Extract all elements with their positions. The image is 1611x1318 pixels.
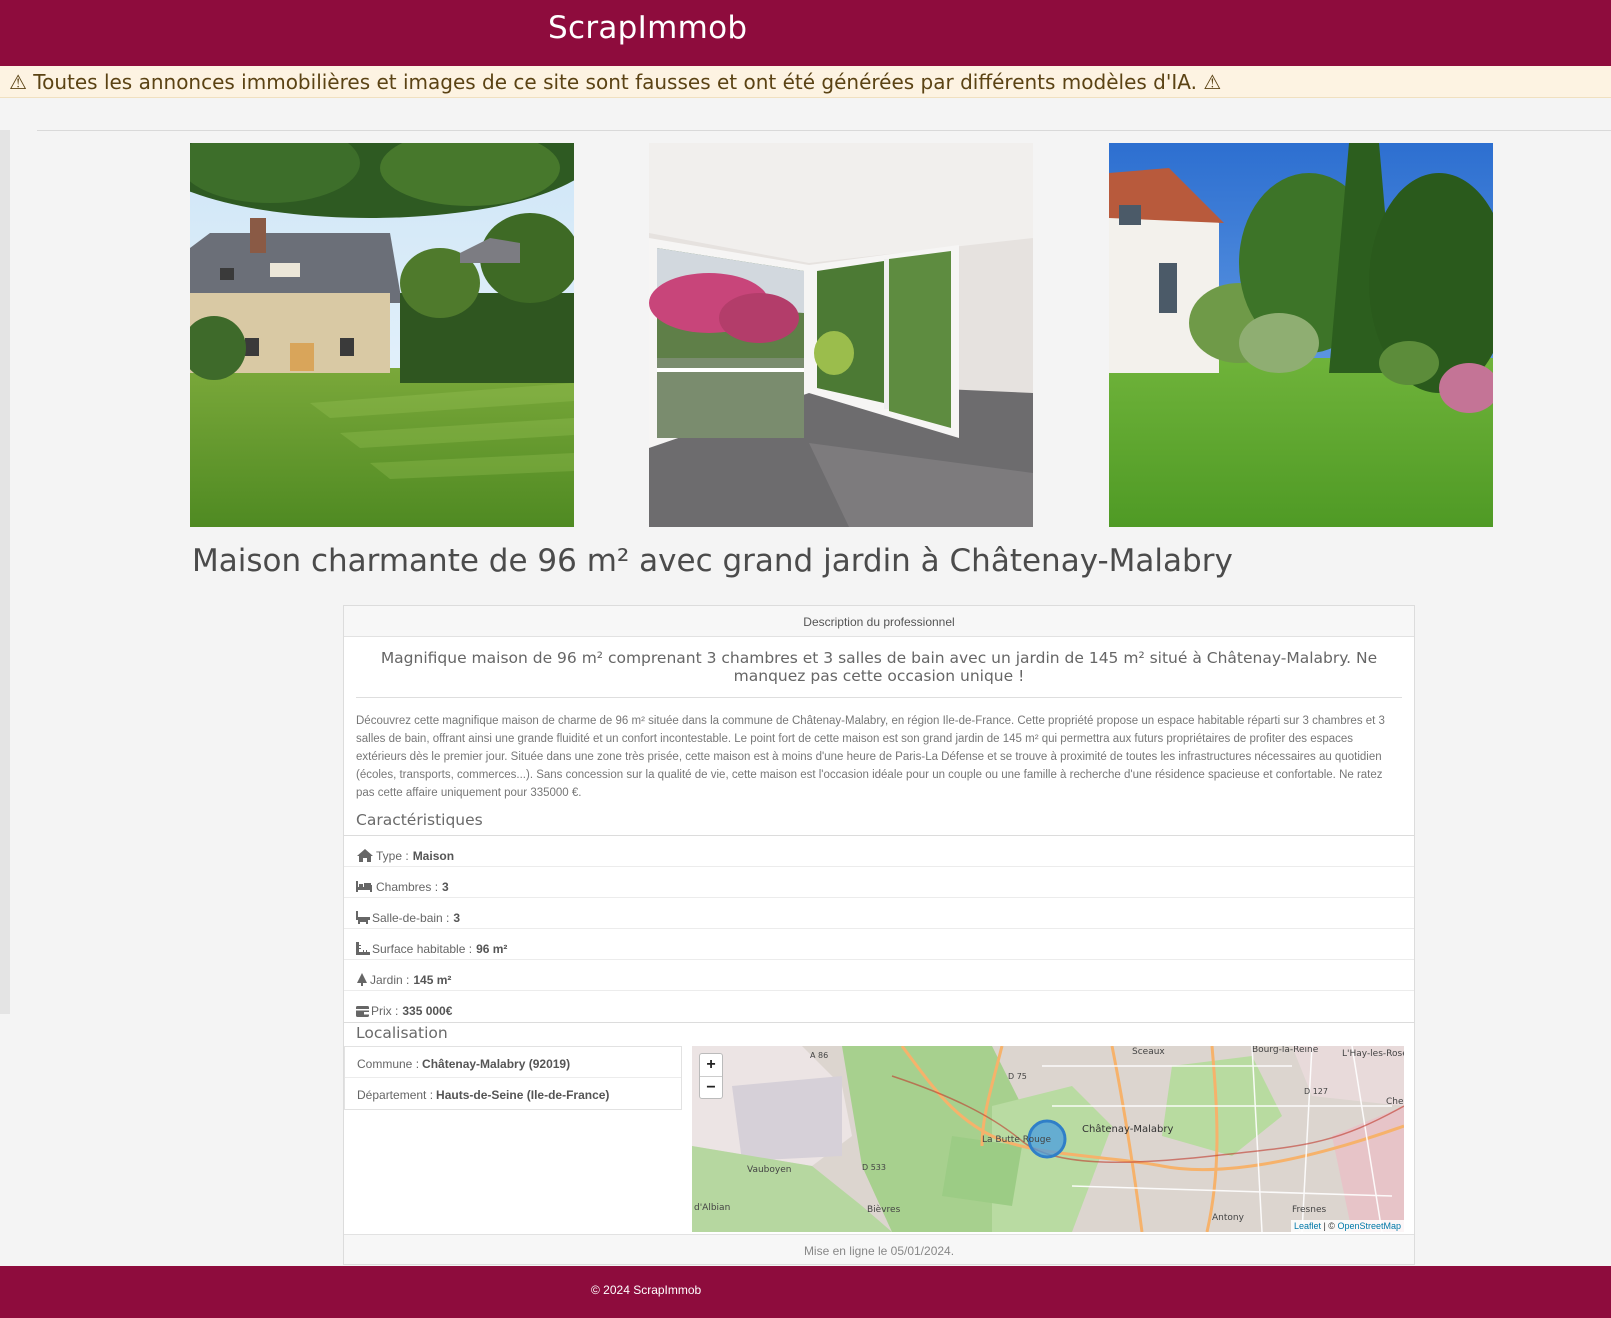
- svg-text:D 533: D 533: [862, 1163, 886, 1172]
- ruler-icon: [356, 942, 370, 955]
- features-list: Type : Maison Chambres :3 Salle-de-bain :…: [344, 835, 1414, 1023]
- feature-price: Prix :335 000€: [344, 991, 1414, 1022]
- svg-text:Châtenay-Malabry: Châtenay-Malabry: [1082, 1123, 1173, 1135]
- svg-text:L'Hay-les-Rose: L'Hay-les-Rose: [1342, 1049, 1404, 1059]
- svg-text:D 75: D 75: [1008, 1072, 1027, 1081]
- published-date: Mise en ligne le 05/01/2024.: [344, 1234, 1414, 1264]
- map-zoom-controls: + −: [699, 1053, 723, 1099]
- feature-surface: Surface habitable :96 m²: [344, 929, 1414, 960]
- feature-type: Type : Maison: [344, 836, 1414, 867]
- svg-text:A 86: A 86: [810, 1051, 828, 1060]
- left-side-strip: [0, 130, 10, 1014]
- openstreetmap-link[interactable]: OpenStreetMap: [1337, 1221, 1401, 1231]
- ai-warning-banner: ⚠ Toutes les annonces immobilières et im…: [0, 66, 1611, 98]
- svg-text:D 127: D 127: [1304, 1087, 1328, 1096]
- house-icon: [356, 848, 374, 863]
- divider: [37, 130, 1611, 131]
- listing-photo-interior-room[interactable]: [649, 143, 1033, 527]
- bed-icon: [356, 881, 372, 892]
- svg-text:d'Albian: d'Albian: [694, 1203, 730, 1213]
- bath-icon: [356, 911, 370, 924]
- feature-bedrooms: Chambres :3: [344, 867, 1414, 898]
- listing-title: Maison charmante de 96 m² avec grand jar…: [192, 543, 1233, 579]
- location-list: Commune : Châtenay-Malabry (92019) Départ…: [344, 1046, 682, 1110]
- location-commune: Commune : Châtenay-Malabry (92019): [345, 1047, 681, 1078]
- feature-garden: Jardin :145 m²: [344, 960, 1414, 991]
- svg-text:Bièvres: Bièvres: [867, 1204, 901, 1215]
- svg-text:Che: Che: [1386, 1097, 1404, 1107]
- top-navbar: ScrapImmob: [0, 0, 1611, 66]
- map-zoom-in-button[interactable]: +: [700, 1054, 722, 1076]
- location-department: Département : Hauts-de-Seine (Ile-de-Fran…: [357, 1088, 610, 1102]
- svg-text:Fresnes: Fresnes: [1292, 1205, 1326, 1215]
- location-heading: Localisation: [356, 1024, 448, 1042]
- location-section: Commune : Châtenay-Malabry (92019) Départ…: [344, 1042, 1414, 1232]
- svg-text:Bourg-la-Reine: Bourg-la-Reine: [1252, 1046, 1319, 1055]
- map-zoom-out-button[interactable]: −: [700, 1076, 722, 1098]
- leaflet-link[interactable]: Leaflet: [1294, 1221, 1321, 1231]
- listing-photo-garden[interactable]: [1109, 143, 1493, 527]
- wallet-icon: [356, 1005, 369, 1017]
- svg-text:Sceaux: Sceaux: [1132, 1047, 1165, 1057]
- svg-text:Antony: Antony: [1212, 1213, 1245, 1223]
- listing-lead: Magnifique maison de 96 m² comprenant 3 …: [356, 649, 1402, 698]
- panel-heading: Description du professionnel: [344, 606, 1414, 637]
- tree-icon: [356, 973, 368, 986]
- svg-text:La Butte Rouge: La Butte Rouge: [982, 1135, 1051, 1145]
- features-heading: Caractéristiques: [356, 811, 483, 829]
- copyright-text: © 2024 ScrapImmob: [591, 1283, 702, 1297]
- listing-card: Description du professionnel Magnifique …: [343, 605, 1415, 1265]
- svg-text:Vauboyen: Vauboyen: [747, 1165, 791, 1175]
- map-attribution: Leaflet | © OpenStreetMap: [1290, 1220, 1404, 1232]
- listing-photo-house-exterior[interactable]: [190, 143, 574, 527]
- brand-logo-text[interactable]: ScrapImmob: [548, 10, 747, 46]
- location-map[interactable]: Sceaux Bourg-la-Reine L'Hay-les-Rose Châ…: [692, 1046, 1404, 1232]
- listing-description: Découvrez cette magnifique maison de cha…: [356, 715, 1385, 799]
- feature-bathrooms: Salle-de-bain :3: [344, 898, 1414, 929]
- site-footer: © 2024 ScrapImmob: [0, 1266, 1611, 1318]
